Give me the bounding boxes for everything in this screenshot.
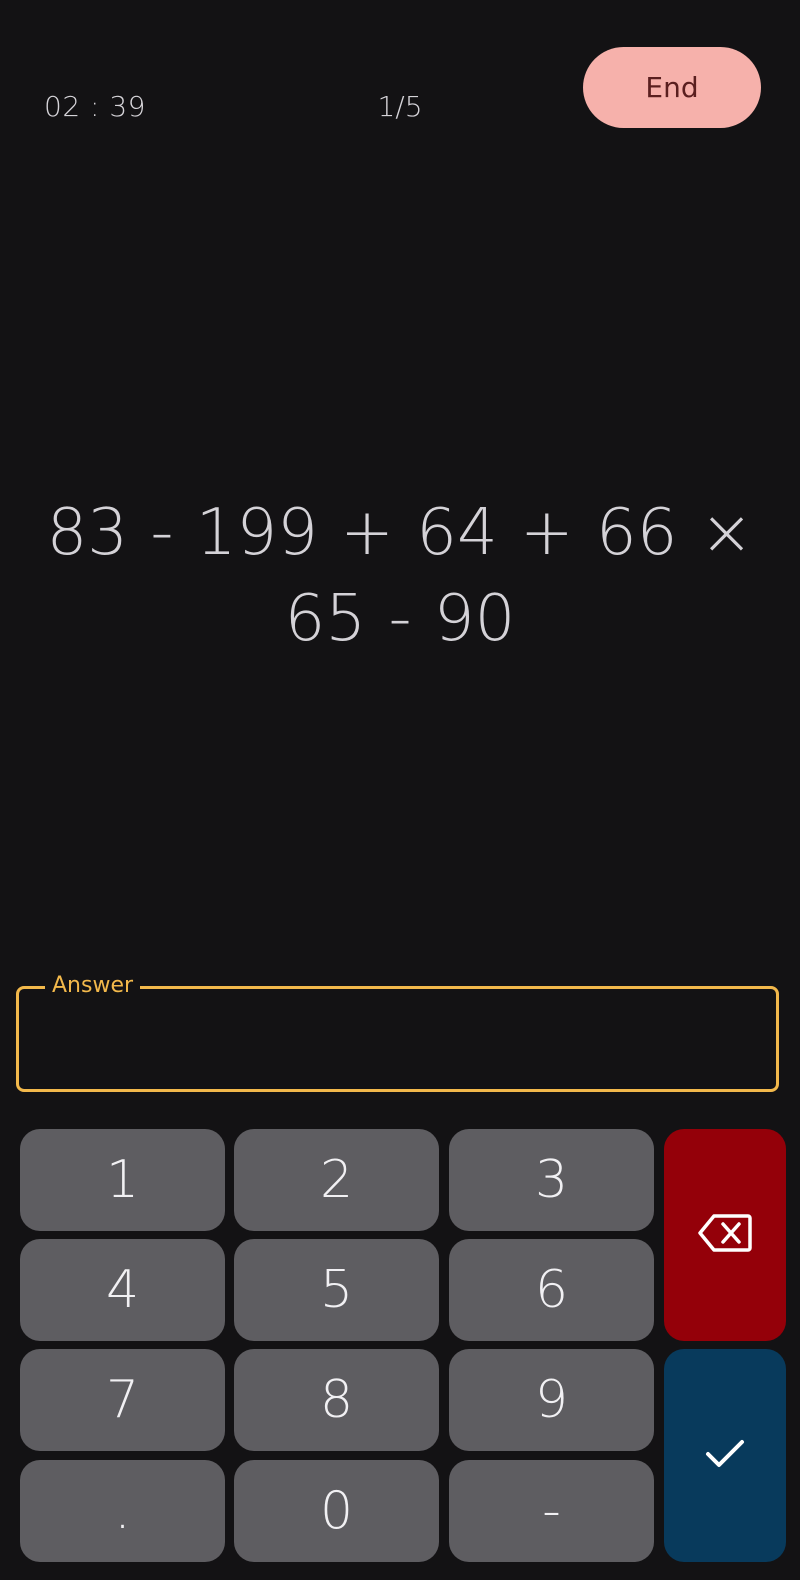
backspace-button[interactable]: [664, 1129, 786, 1341]
key-4[interactable]: 4: [20, 1239, 225, 1341]
answer-label: Answer: [45, 969, 141, 1003]
key-3[interactable]: 3: [449, 1129, 654, 1231]
key-9[interactable]: 9: [449, 1349, 654, 1451]
key-2[interactable]: 2: [234, 1129, 439, 1231]
submit-button[interactable]: [664, 1349, 786, 1562]
end-button[interactable]: End: [583, 47, 761, 128]
key-5[interactable]: 5: [234, 1239, 439, 1341]
answer-input[interactable]: [39, 1009, 763, 1071]
key-decimal[interactable]: .: [20, 1460, 225, 1562]
answer-field[interactable]: Answer: [16, 969, 779, 1092]
question-expression: 83 - 199 + 64 + 66 × 65 - 90: [46, 496, 754, 656]
end-button-label: End: [645, 71, 699, 104]
question-progress: 1/5: [377, 90, 423, 123]
key-7[interactable]: 7: [20, 1349, 225, 1451]
key-0[interactable]: 0: [234, 1460, 439, 1562]
key-6[interactable]: 6: [449, 1239, 654, 1341]
key-minus[interactable]: -: [449, 1460, 654, 1562]
key-8[interactable]: 8: [234, 1349, 439, 1451]
checkmark-icon: [705, 1439, 745, 1473]
key-1[interactable]: 1: [20, 1129, 225, 1231]
timer: 02 : 39: [44, 90, 146, 123]
backspace-icon: [698, 1214, 752, 1256]
